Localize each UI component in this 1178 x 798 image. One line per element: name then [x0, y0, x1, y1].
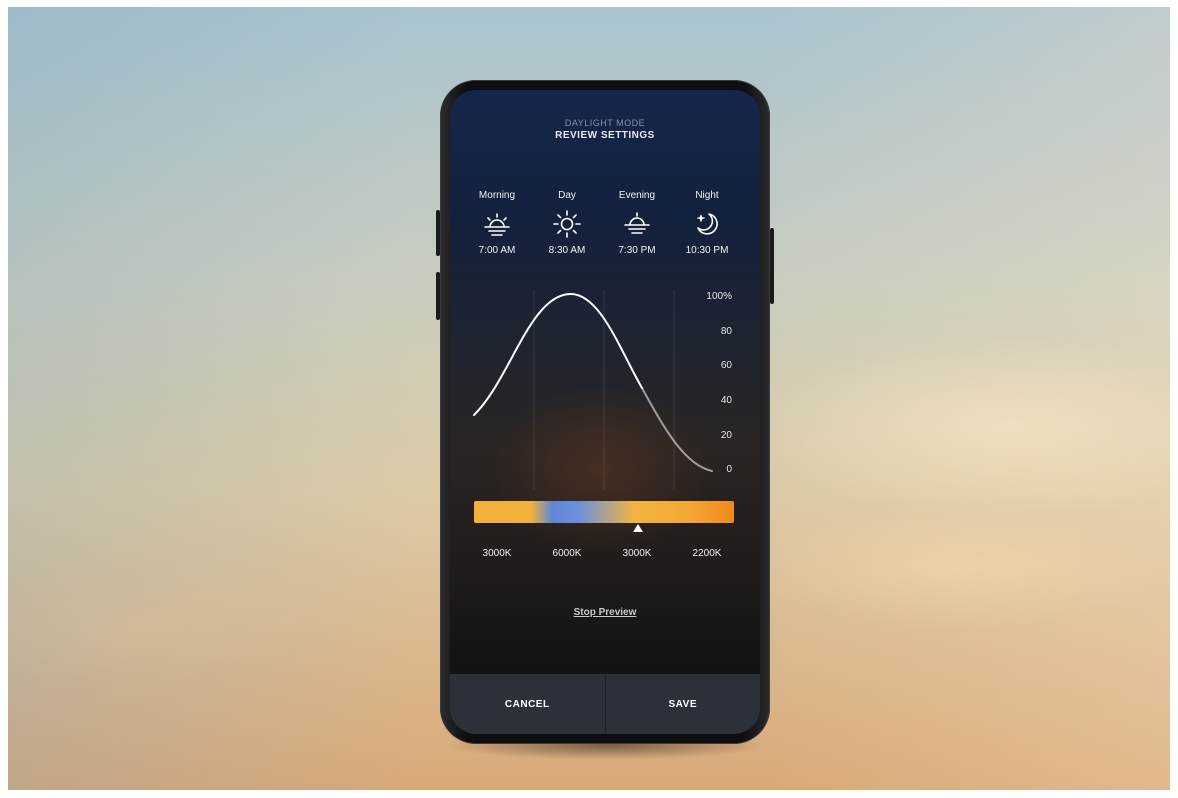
period-morning[interactable]: Morning 7:00 AM: [462, 190, 532, 256]
y-axis-tick: 40: [720, 395, 732, 406]
cancel-button[interactable]: CANCEL: [450, 674, 605, 734]
volume-button: [436, 210, 440, 256]
phone-screen: DAYLIGHT MODE REVIEW SETTINGS Morning 7:…: [450, 90, 760, 734]
sun-icon: [553, 210, 581, 238]
period-evening[interactable]: Evening 7:30 PM: [602, 190, 672, 256]
kelvin-label: 6000K: [552, 548, 582, 559]
period-time: 7:30 PM: [618, 245, 656, 256]
period-day[interactable]: Day 8:30 AM: [532, 190, 602, 256]
brightness-curve-chart[interactable]: [450, 280, 760, 490]
color-temperature-bar[interactable]: [474, 501, 734, 523]
kelvin-label: 3000K: [622, 548, 652, 559]
y-axis-tick: 80: [720, 326, 732, 337]
mode-subtitle: DAYLIGHT MODE: [564, 118, 646, 128]
y-axis-tick: 0: [726, 464, 732, 475]
period-label: Day: [558, 190, 576, 201]
moon-star-icon: [697, 213, 718, 235]
period-time: 8:30 AM: [548, 245, 586, 256]
brightness-curve: [473, 292, 643, 416]
page-title: REVIEW SETTINGS: [555, 130, 655, 141]
period-label: Morning: [478, 190, 516, 201]
sunrise-icon: [484, 213, 510, 236]
kelvin-label: 2200K: [692, 548, 722, 559]
kelvin-label: 3000K: [482, 548, 512, 559]
period-time: 7:00 AM: [478, 245, 516, 256]
power-button: [436, 272, 440, 320]
period-night[interactable]: Night 10:30 PM: [672, 190, 742, 256]
period-label: Evening: [618, 190, 656, 201]
y-axis-tick: 100%: [706, 291, 732, 302]
brightness-curve-preview: [641, 387, 713, 472]
side-button-right: [770, 228, 774, 304]
y-axis-tick: 20: [720, 430, 732, 441]
action-footer: CANCEL SAVE: [450, 674, 760, 734]
sunset-icon: [624, 212, 650, 234]
current-time-marker[interactable]: [632, 524, 643, 532]
save-button[interactable]: SAVE: [604, 674, 761, 734]
period-time: 10:30 PM: [685, 245, 729, 256]
period-label: Night: [695, 190, 719, 201]
y-axis-tick: 60: [720, 360, 732, 371]
stop-preview-link[interactable]: Stop Preview: [450, 607, 760, 618]
